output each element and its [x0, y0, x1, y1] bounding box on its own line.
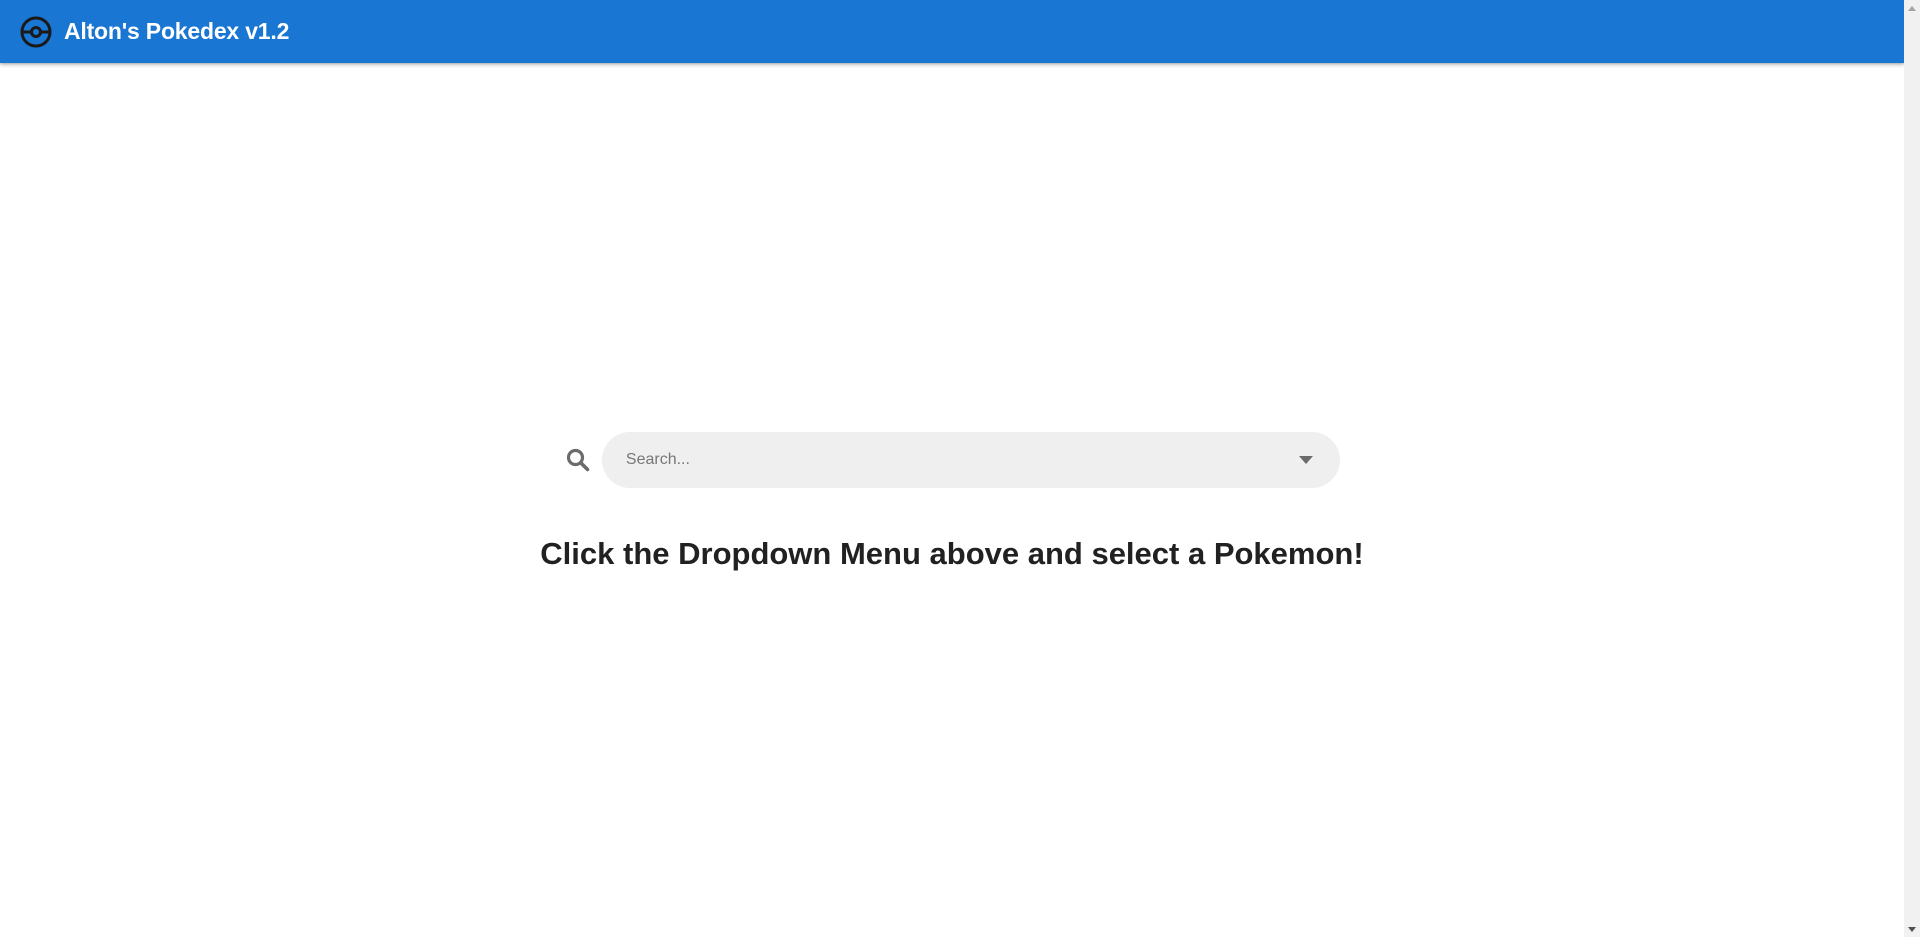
instruction-heading: Click the Dropdown Menu above and select…: [540, 536, 1364, 571]
search-bar: [560, 432, 1340, 488]
caret-down-icon[interactable]: [1292, 446, 1320, 474]
scroll-up-arrow-icon[interactable]: [1904, 0, 1920, 16]
search-input[interactable]: [601, 432, 1242, 488]
pokemon-search-select[interactable]: [601, 432, 1340, 488]
app-title: Alton's Pokedex v1.2: [64, 18, 290, 44]
app-bar: Alton's Pokedex v1.2: [0, 0, 1904, 63]
search-icon: [560, 442, 596, 478]
page-viewport: Alton's Pokedex v1.2 Click the Dropdown …: [0, 0, 1904, 934]
vertical-scrollbar[interactable]: [1904, 0, 1920, 937]
scroll-down-arrow-icon[interactable]: [1904, 921, 1920, 937]
pokeball-icon: [18, 14, 54, 50]
